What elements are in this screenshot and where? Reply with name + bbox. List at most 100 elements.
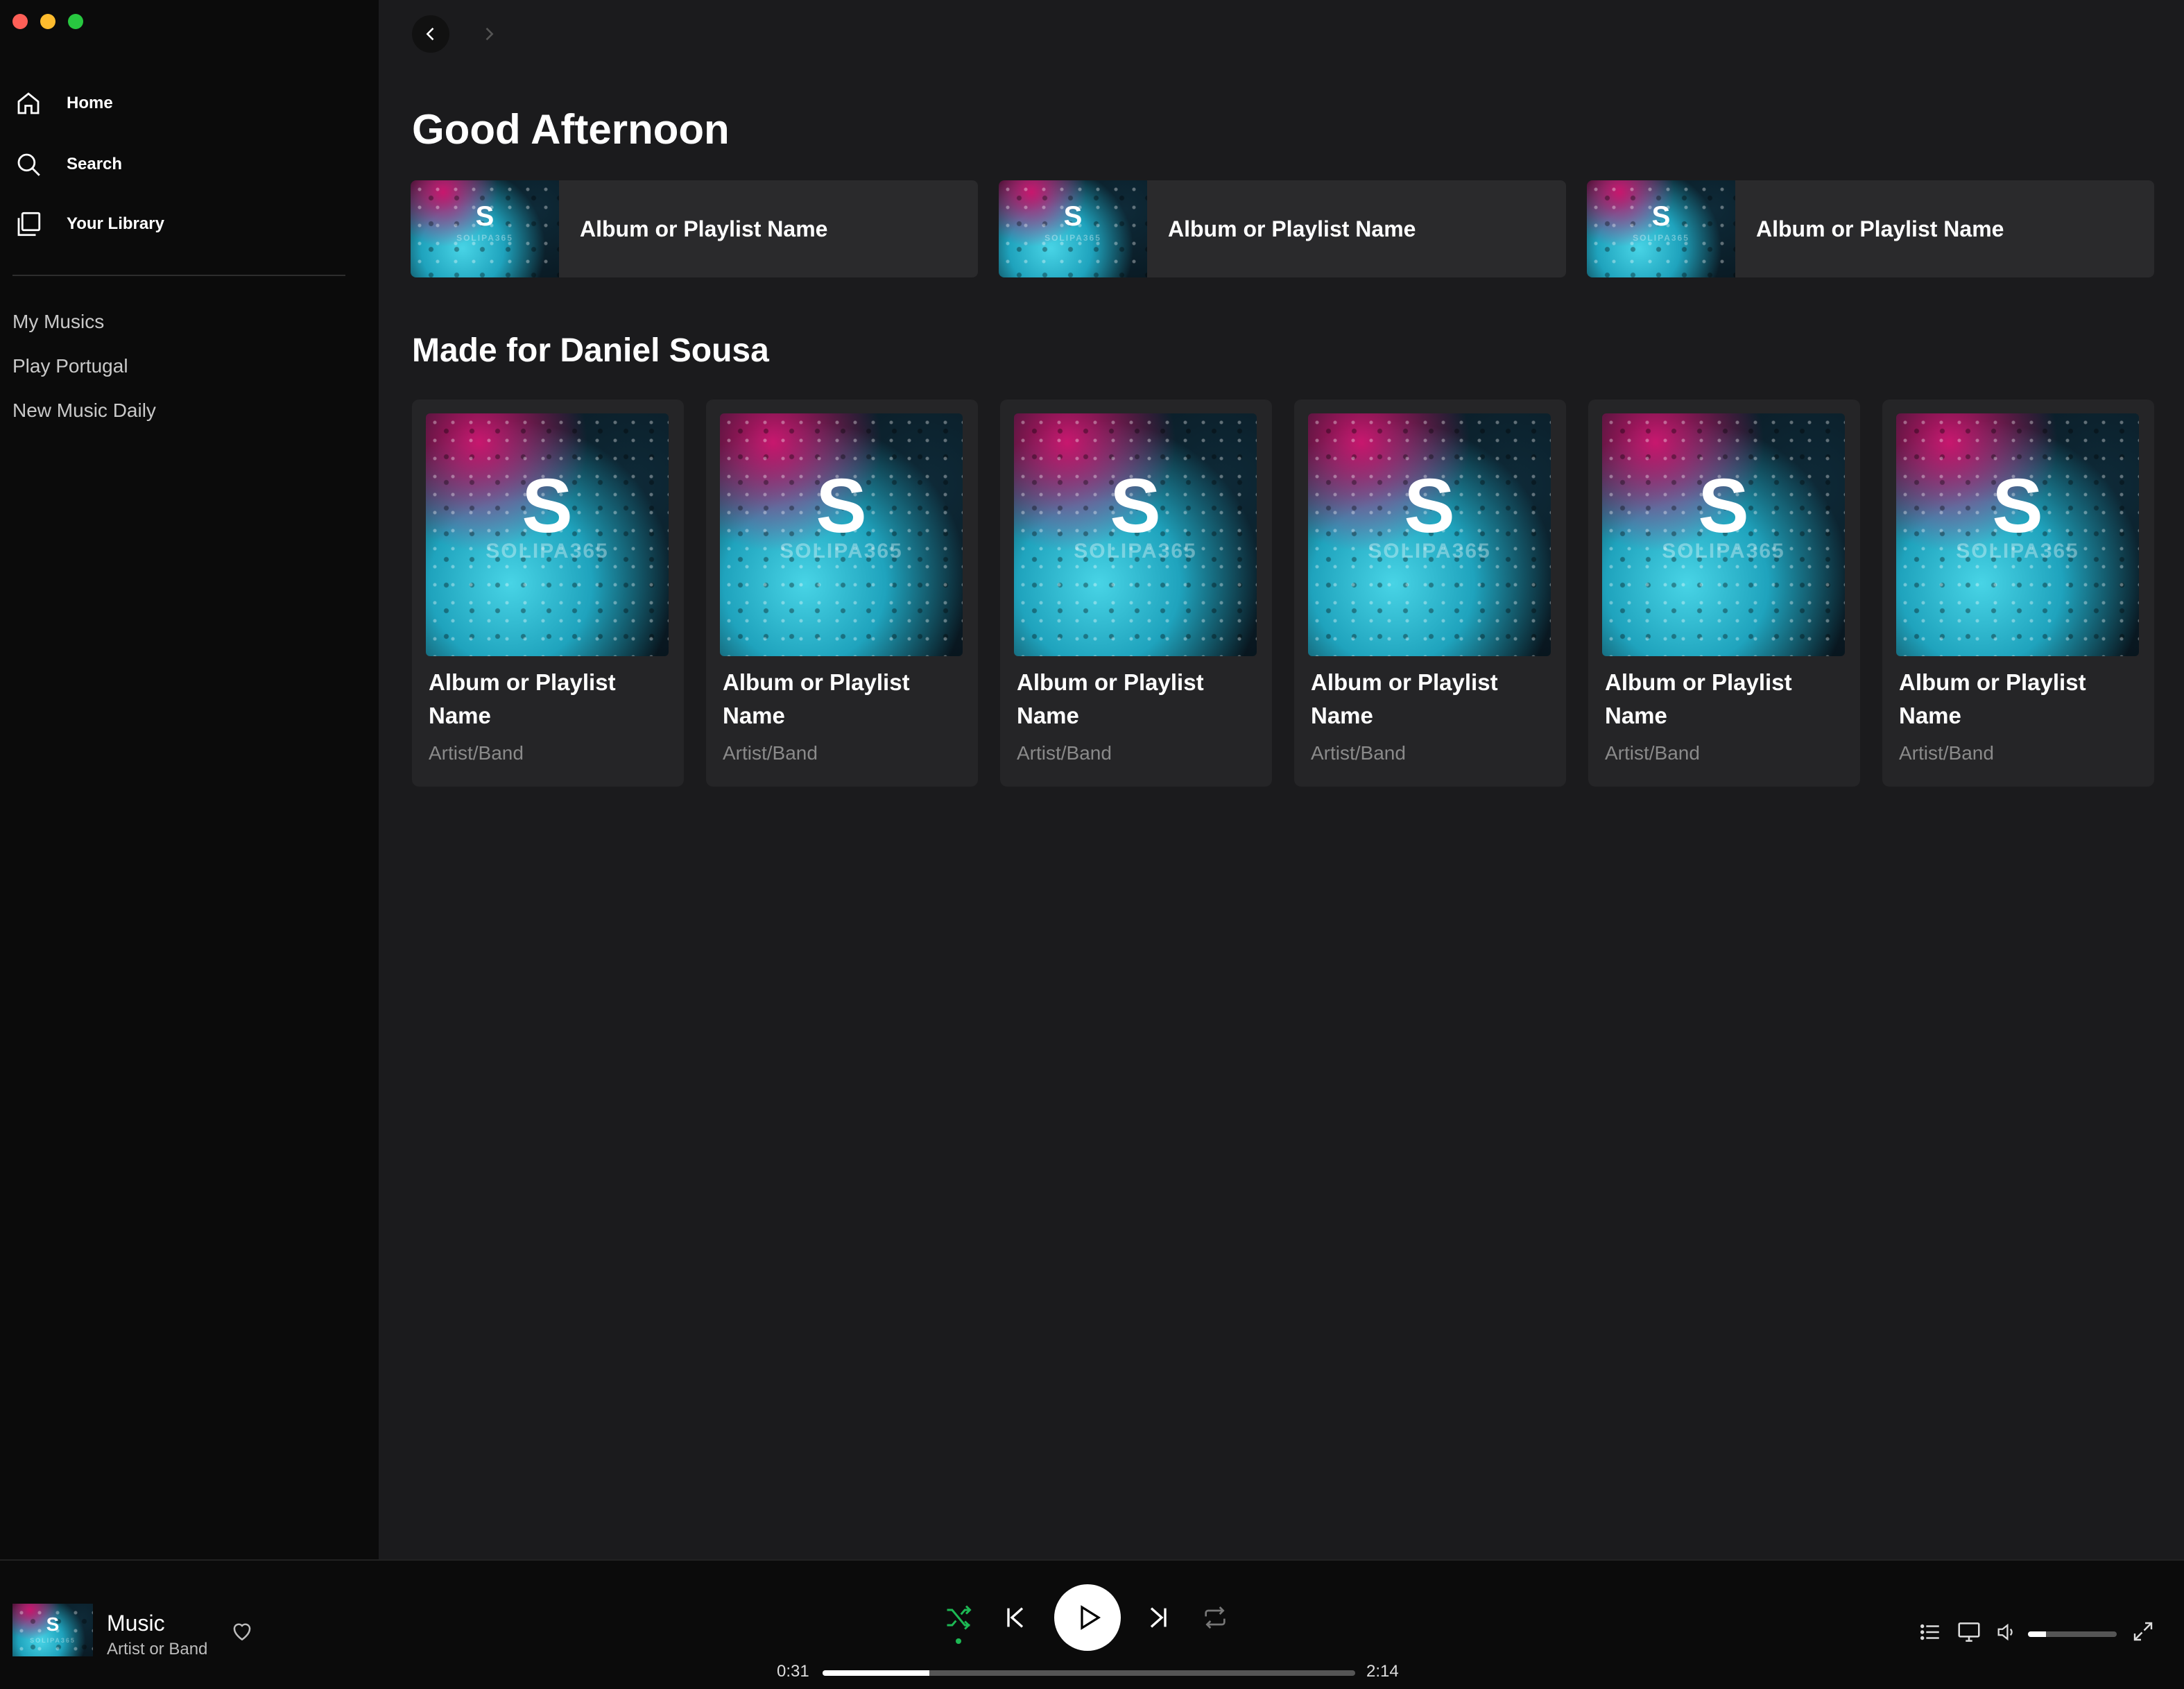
cover-logo-letter: S — [1992, 463, 2043, 549]
volume-icon[interactable] — [1995, 1620, 2018, 1644]
album-card-artist: Artist/Band — [1899, 742, 1994, 764]
back-button[interactable] — [412, 15, 449, 53]
now-playing-cover[interactable]: S SOLIPA365 — [12, 1604, 93, 1656]
chevron-right-icon — [485, 27, 494, 41]
cover-wordmark: SOLIPA365 — [1368, 540, 1491, 563]
sidebar-playlist-item[interactable]: Play Portugal — [12, 355, 128, 377]
album-cover: S SOLIPA365 — [1308, 413, 1551, 656]
cover-wordmark: SOLIPA365 — [1662, 540, 1785, 563]
cover-logo-letter: S — [475, 201, 495, 232]
album-card-title: Album or Playlist Name — [1017, 669, 1204, 728]
search-icon — [17, 153, 40, 176]
album-cover: S SOLIPA365 — [1602, 413, 1845, 656]
cover-logo-letter: S — [816, 463, 867, 549]
album-card-artist: Artist/Band — [1017, 742, 1112, 764]
nav-home-label: Home — [67, 94, 113, 112]
volume-slider[interactable] — [2028, 1631, 2117, 1637]
album-card[interactable]: S SOLIPA365 Album or Playlist Name Artis… — [1294, 400, 1566, 787]
cover-logo-letter: S — [1404, 463, 1455, 549]
cover-wordmark: SOLIPA365 — [30, 1637, 76, 1644]
play-icon — [1081, 1605, 1101, 1630]
nav-home[interactable]: Home — [14, 89, 113, 118]
player-bar: S SOLIPA365 Music Artist or Band 0:31 2:… — [0, 1559, 2184, 1689]
repeat-icon[interactable] — [1200, 1604, 1230, 1631]
shuffle-icon[interactable] — [943, 1602, 974, 1633]
album-card[interactable]: S SOLIPA365 Album or Playlist Name Artis… — [1588, 400, 1860, 787]
cover-logo-letter: S — [1063, 201, 1083, 232]
nav-search-label: Search — [67, 155, 123, 173]
album-card-artist: Artist/Band — [1605, 742, 1700, 764]
quick-item[interactable]: S SOLIPA365 Album or Playlist Name — [999, 180, 1566, 277]
cover-wordmark: SOLIPA365 — [1074, 540, 1197, 563]
play-button[interactable] — [1054, 1584, 1121, 1651]
album-card-title: Album or Playlist Name — [1605, 669, 1792, 728]
nav-search[interactable]: Search — [14, 150, 122, 179]
chevron-left-icon — [426, 27, 434, 41]
home-icon — [17, 92, 40, 114]
cover-wordmark: SOLIPA365 — [1956, 540, 2079, 563]
minimize-window-button[interactable] — [40, 14, 55, 29]
progress-fill — [823, 1670, 929, 1676]
fullscreen-icon[interactable] — [2131, 1619, 2156, 1644]
elapsed-time: 0:31 — [777, 1662, 809, 1681]
volume-fill — [2028, 1631, 2046, 1637]
window-controls — [12, 14, 83, 29]
library-icon — [17, 212, 41, 237]
album-card-artist: Artist/Band — [429, 742, 524, 764]
cover-wordmark: SOLIPA365 — [1044, 233, 1101, 243]
cover-wordmark: SOLIPA365 — [780, 540, 903, 563]
album-card-title: Album or Playlist Name — [429, 669, 616, 728]
album-cover: S SOLIPA365 — [999, 180, 1147, 277]
cover-logo-letter: S — [1698, 463, 1749, 549]
sidebar-playlist-item[interactable]: My Musics — [12, 311, 104, 333]
album-card-artist: Artist/Band — [723, 742, 818, 764]
album-card-artist: Artist/Band — [1311, 742, 1406, 764]
close-window-button[interactable] — [12, 14, 28, 29]
album-cover: S SOLIPA365 — [1587, 180, 1735, 277]
shuffle-active-indicator — [956, 1638, 961, 1644]
album-card[interactable]: S SOLIPA365 Album or Playlist Name Artis… — [706, 400, 978, 787]
album-cover: S SOLIPA365 — [720, 413, 963, 656]
previous-track-icon[interactable] — [1001, 1604, 1029, 1631]
now-playing-title[interactable]: Music — [107, 1611, 165, 1636]
album-card-title: Album or Playlist Name — [1899, 669, 2086, 728]
cover-wordmark: SOLIPA365 — [485, 540, 609, 563]
queue-icon[interactable] — [1918, 1620, 1942, 1644]
progress-bar[interactable] — [823, 1670, 1355, 1676]
main-content: Good Afternoon S SOLIPA365 Album or Play… — [379, 0, 2184, 1559]
sidebar: Home Search Your Library My Musics Play … — [0, 0, 379, 1559]
forward-button[interactable] — [470, 15, 508, 53]
next-track-icon[interactable] — [1144, 1604, 1172, 1631]
album-card-title: Album or Playlist Name — [723, 669, 910, 728]
heart-icon[interactable] — [229, 1618, 255, 1644]
album-cover: S SOLIPA365 — [411, 180, 559, 277]
album-cover: S SOLIPA365 — [1896, 413, 2139, 656]
cover-logo-letter: S — [1651, 201, 1671, 232]
device-icon[interactable] — [1956, 1619, 1982, 1645]
album-card-title: Album or Playlist Name — [1311, 669, 1498, 728]
album-cover: S SOLIPA365 — [426, 413, 669, 656]
cover-logo-letter: S — [46, 1613, 60, 1635]
quick-item-title: Album or Playlist Name — [1756, 216, 2004, 241]
greeting-heading: Good Afternoon — [412, 106, 730, 153]
album-card[interactable]: S SOLIPA365 Album or Playlist Name Artis… — [412, 400, 684, 787]
nav-library-label: Your Library — [67, 214, 164, 233]
nav-library[interactable]: Your Library — [14, 209, 164, 239]
album-card[interactable]: S SOLIPA365 Album or Playlist Name Artis… — [1882, 400, 2154, 787]
sidebar-divider — [12, 275, 345, 276]
quick-item[interactable]: S SOLIPA365 Album or Playlist Name — [1587, 180, 2154, 277]
cover-wordmark: SOLIPA365 — [456, 233, 513, 243]
quick-item-title: Album or Playlist Name — [1168, 216, 1416, 241]
section-heading: Made for Daniel Sousa — [412, 332, 769, 369]
sidebar-playlist-item[interactable]: New Music Daily — [12, 400, 156, 422]
duration-time: 2:14 — [1366, 1662, 1399, 1681]
now-playing-artist[interactable]: Artist or Band — [107, 1640, 207, 1659]
album-card[interactable]: S SOLIPA365 Album or Playlist Name Artis… — [1000, 400, 1272, 787]
zoom-window-button[interactable] — [68, 14, 83, 29]
album-cover: S SOLIPA365 — [1014, 413, 1257, 656]
quick-item-title: Album or Playlist Name — [580, 216, 828, 241]
cover-logo-letter: S — [522, 463, 573, 549]
cover-wordmark: SOLIPA365 — [1633, 233, 1689, 243]
cover-logo-letter: S — [1110, 463, 1161, 549]
quick-item[interactable]: S SOLIPA365 Album or Playlist Name — [411, 180, 978, 277]
